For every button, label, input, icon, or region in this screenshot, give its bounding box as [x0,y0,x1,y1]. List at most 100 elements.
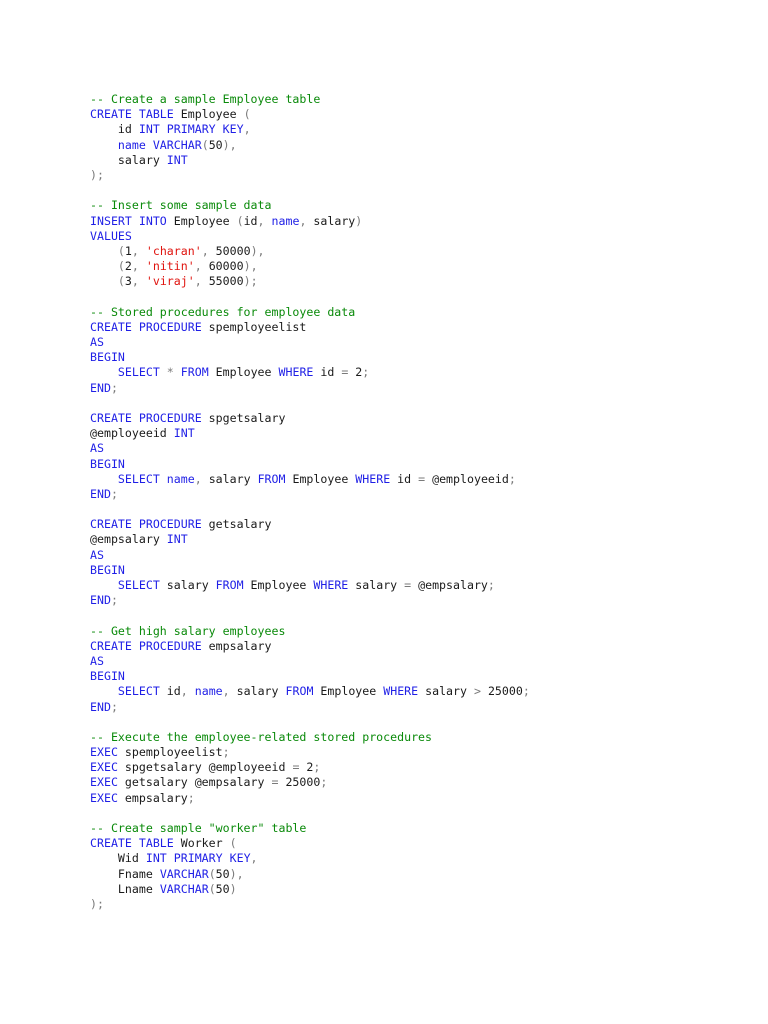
code-token: -- Create a sample Employee table [90,92,321,106]
code-token: CREATE PROCEDURE [90,319,202,334]
code-token: ); [90,896,104,911]
code-token: @empsalary [90,532,167,547]
code-token: , [257,213,272,228]
code-token: id [243,213,258,228]
code-token: ( [90,274,125,289]
code-token: * [159,365,181,380]
code-token: ; [110,486,118,501]
code-token: Employee [243,578,314,592]
code-token: = [418,471,433,486]
code-token: AS [90,335,104,349]
code-token: , [222,684,237,699]
code-line: (1, 'charan', 50000), [90,244,530,259]
code-token: salary [313,213,356,228]
code-token: ; [313,760,321,775]
code-token: 'charan' [145,243,202,258]
code-token: Employee [285,471,356,486]
code-token: Lname [90,881,160,896]
code-line: BEGIN [90,350,530,365]
code-line: ); [90,897,530,912]
code-token: VARCHAR [152,137,202,152]
code-line: SELECT * FROM Employee WHERE id = 2; [90,365,530,380]
code-token: ( [201,137,209,152]
code-line: Wid INT PRIMARY KEY, [90,851,530,866]
code-line: EXEC getsalary @empsalary = 25000; [90,775,530,790]
code-token: , [131,243,146,258]
code-line: CREATE PROCEDURE getsalary [90,517,530,532]
code-token: spgetsalary [201,410,286,425]
code-token: , [194,274,209,289]
code-token: Fname [90,866,160,881]
code-token: = [404,578,419,592]
code-token: CREATE TABLE [90,836,174,851]
code-line: -- Insert some sample data [90,198,530,213]
code-token: @empsalary [418,578,488,592]
code-token: 50 [208,137,223,152]
code-token: ; [320,775,328,790]
code-token: ; [362,365,370,380]
code-token: ), [222,137,237,152]
code-token: 'nitin' [145,259,195,274]
code-token: @employeeid [432,471,509,486]
code-token: CREATE PROCEDURE [90,638,202,653]
code-token: CREATE TABLE [90,107,174,122]
code-line: CREATE TABLE Worker ( [90,836,530,851]
code-token: EXEC [90,790,118,805]
code-token: ( [90,259,125,274]
code-token: 1 [124,243,132,258]
code-line: salary INT [90,153,530,168]
code-line: (3, 'viraj', 55000); [90,274,530,289]
code-token: END [90,380,111,395]
code-token: SELECT [90,471,160,486]
code-token: VARCHAR [159,881,209,896]
code-token: , [194,259,209,274]
code-token: 'viraj' [145,274,195,289]
code-token: WHERE [278,365,314,380]
code-token: @employeeid [90,426,174,441]
code-token: Employee [313,684,384,699]
code-line: CREATE PROCEDURE spemployeelist [90,320,530,335]
code-token: ) [355,213,363,228]
code-token: name [90,137,146,152]
code-line: id INT PRIMARY KEY, [90,122,530,137]
code-token: spgetsalary @employeeid [117,760,293,775]
code-token: = [341,365,356,380]
code-line: @employeeid INT [90,426,530,441]
code-token: EXEC [90,745,118,760]
code-token: -- Execute the employee-related stored p… [90,729,433,744]
code-token: name [166,471,195,486]
code-token: , [131,259,146,274]
code-token: > [473,684,488,699]
code-token: 3 [124,274,132,289]
code-token: ), [243,259,258,274]
code-token: Employee [166,213,237,228]
code-line: @empsalary INT [90,532,530,547]
code-token: ; [222,745,230,760]
code-line: -- Stored procedures for employee data [90,305,530,320]
code-line: Lname VARCHAR(50) [90,882,530,897]
code-line: AS [90,441,530,456]
code-token: id [313,365,342,380]
code-line: END; [90,381,530,396]
code-token: CREATE PROCEDURE [90,410,202,425]
code-line: EXEC empsalary; [90,791,530,806]
code-token: ), [250,243,265,258]
code-line: SELECT id, name, salary FROM Employee WH… [90,684,530,699]
code-token: 25000 [285,775,321,790]
code-token: , [243,122,251,137]
code-token: ) [229,881,237,896]
code-token: FROM [215,578,244,592]
code-token: ; [110,699,118,714]
code-line: AS [90,654,530,669]
code-token: 25000 [487,684,523,699]
code-line: Fname VARCHAR(50), [90,867,530,882]
code-line: name VARCHAR(50), [90,138,530,153]
code-token: spemployeelist [117,745,223,760]
